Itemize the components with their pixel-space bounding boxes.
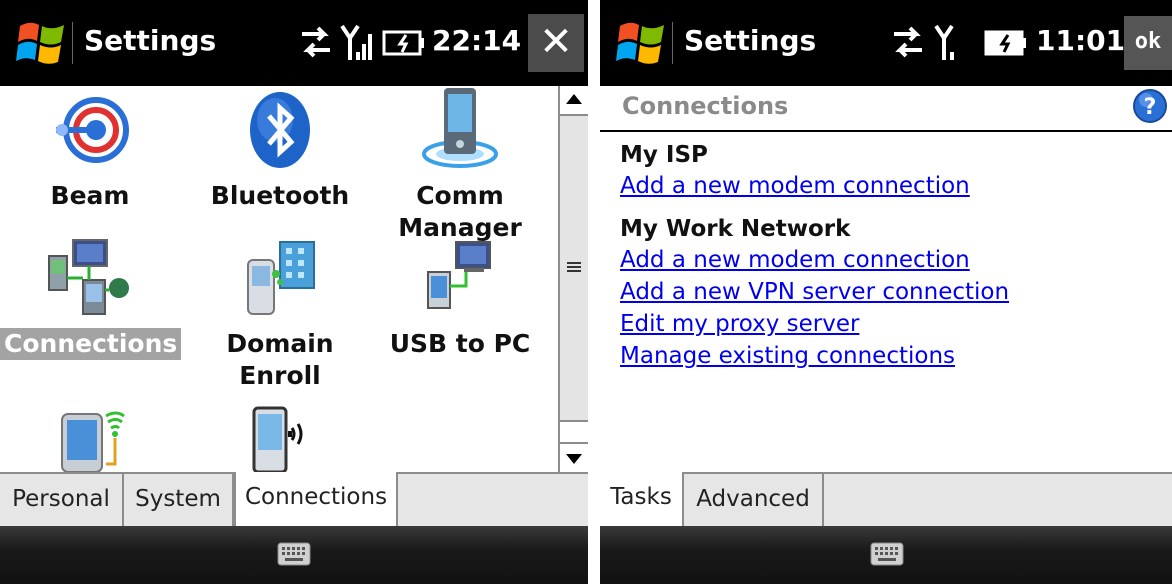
screen-divider xyxy=(588,0,600,584)
status-clock: 11:01 xyxy=(1036,24,1126,57)
keyboard-icon[interactable] xyxy=(277,542,311,566)
soft-key-bar xyxy=(0,526,588,584)
link-edit-proxy-server[interactable]: Edit my proxy server xyxy=(620,308,1152,340)
connections-settings-screen: Settings 11:01 ok Connections ? My ISP A xyxy=(600,0,1172,584)
scroll-down-button[interactable] xyxy=(560,442,588,472)
tab-strip: Tasks Advanced xyxy=(600,472,1172,528)
settings-icon-grid: Beam Bluetooth Comm Manager Connections … xyxy=(0,86,558,472)
data-sync-icon xyxy=(894,26,922,58)
tile-usb-to-pc[interactable]: USB to PC xyxy=(370,238,550,360)
battery-icon xyxy=(984,30,1026,56)
comm-manager-icon xyxy=(422,88,498,168)
domain-enroll-icon xyxy=(247,241,315,315)
group-title: My Work Network xyxy=(620,216,851,242)
status-clock: 22:14 xyxy=(432,24,522,57)
link-add-modem-connection-work[interactable]: Add a new modem connection xyxy=(620,244,1152,276)
battery-icon xyxy=(382,30,424,56)
help-icon[interactable]: ? xyxy=(1132,88,1168,124)
close-button[interactable]: ✕ xyxy=(528,14,584,72)
scroll-thumb[interactable] xyxy=(560,116,588,422)
page-header: Connections ? xyxy=(600,86,1172,132)
group-title: My ISP xyxy=(620,142,708,168)
group-my-isp: My ISP Add a new modem connection xyxy=(620,140,1152,202)
tile-comm-manager[interactable]: Comm Manager xyxy=(370,86,550,244)
group-my-work-network: My Work Network Add a new modem connecti… xyxy=(620,214,1152,372)
tile-label: Domain Enroll xyxy=(226,329,334,390)
tile-connections[interactable]: Connections xyxy=(0,238,182,360)
tile-label: USB to PC xyxy=(389,329,531,358)
usb-to-pc-icon xyxy=(427,241,491,309)
phone-sound-icon xyxy=(252,406,303,472)
bluetooth-icon xyxy=(250,92,310,168)
title-separator xyxy=(672,22,673,64)
wireless-device-icon xyxy=(61,411,125,472)
title-separator xyxy=(72,22,73,64)
tab-tasks[interactable]: Tasks xyxy=(600,472,684,528)
tile-label: Beam xyxy=(50,181,130,210)
tab-system[interactable]: System xyxy=(124,474,234,526)
page-title: Connections xyxy=(622,92,789,120)
app-title: Settings xyxy=(84,24,217,57)
tile-beam[interactable]: Beam xyxy=(0,90,180,212)
tile-phone-sound[interactable] xyxy=(190,404,370,472)
tile-wireless-device[interactable] xyxy=(0,404,180,472)
tile-label: Comm Manager xyxy=(398,181,522,242)
tab-advanced[interactable]: Advanced xyxy=(684,474,824,526)
triangle-down-icon xyxy=(566,454,582,464)
tab-personal[interactable]: Personal xyxy=(0,474,124,526)
beam-icon xyxy=(56,97,129,163)
tile-label: Bluetooth xyxy=(210,181,350,210)
tile-bluetooth[interactable]: Bluetooth xyxy=(190,90,370,212)
link-add-modem-connection-isp[interactable]: Add a new modem connection xyxy=(620,170,1152,202)
link-manage-connections[interactable]: Manage existing connections xyxy=(620,340,1152,372)
tab-strip: Personal System Connections xyxy=(0,472,588,528)
ok-button[interactable]: ok xyxy=(1124,16,1172,70)
tab-connections[interactable]: Connections xyxy=(234,472,398,528)
connections-task-list: My ISP Add a new modem connection My Wor… xyxy=(620,140,1152,372)
windows-start-icon[interactable] xyxy=(614,16,668,70)
scroll-up-button[interactable] xyxy=(560,86,588,116)
grip-icon xyxy=(567,262,581,272)
keyboard-icon[interactable] xyxy=(870,542,904,566)
data-sync-icon xyxy=(302,26,330,58)
triangle-up-icon xyxy=(566,94,582,104)
signal-strength-icon xyxy=(340,24,372,60)
title-bar: Settings 11:01 ok xyxy=(600,0,1172,86)
title-bar: Settings 22:14 ✕ xyxy=(0,0,588,86)
soft-key-bar xyxy=(600,526,1172,584)
windows-start-icon[interactable] xyxy=(14,16,68,70)
signal-strength-icon xyxy=(934,24,954,60)
settings-system-screen: Settings 22:14 ✕ Beam Bluetooth Comm Man… xyxy=(0,0,588,584)
svg-text:?: ? xyxy=(1144,95,1157,120)
app-title: Settings xyxy=(684,24,817,57)
vertical-scrollbar[interactable] xyxy=(558,86,588,472)
tile-domain-enroll[interactable]: Domain Enroll xyxy=(190,238,370,392)
connections-icon xyxy=(48,239,129,315)
link-add-vpn-connection[interactable]: Add a new VPN server connection xyxy=(620,276,1152,308)
tile-label: Connections xyxy=(0,328,182,360)
